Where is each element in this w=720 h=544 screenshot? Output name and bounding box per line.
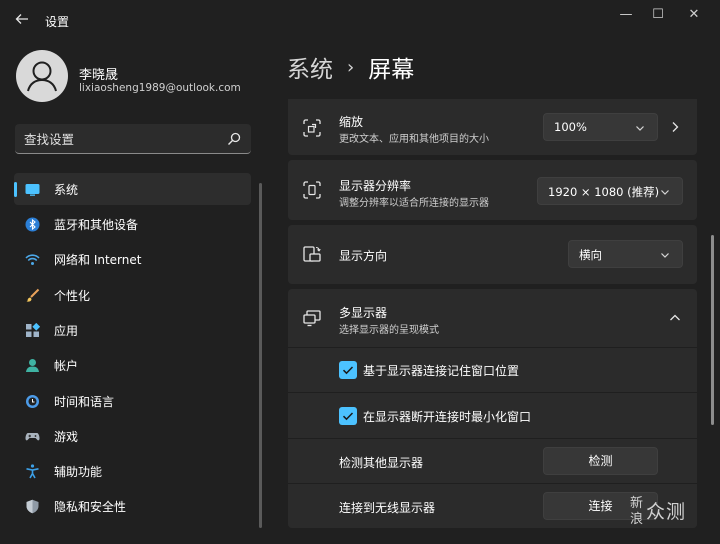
monitor-icon bbox=[25, 184, 40, 196]
breadcrumb: 系统 › 屏幕 bbox=[287, 50, 414, 84]
multi-monitor-icon bbox=[303, 310, 321, 327]
sidebar-item-bluetooth[interactable]: 蓝牙和其他设备 bbox=[14, 208, 251, 240]
detect-button[interactable]: 检测 bbox=[543, 447, 658, 475]
resolution-dropdown[interactable]: 1920 × 1080 (推荐) bbox=[537, 177, 683, 205]
minimize-button[interactable]: — bbox=[608, 4, 644, 26]
scale-dropdown[interactable]: 100% bbox=[543, 113, 658, 141]
watermark: 新浪众测 bbox=[630, 496, 686, 528]
detect-displays-row: 检测其他显示器 检测 bbox=[288, 438, 697, 483]
setting-subtitle: 调整分辨率以适合所连接的显示器 bbox=[339, 198, 489, 209]
setting-scale[interactable]: 缩放 更改文本、应用和其他项目的大小 100% bbox=[288, 99, 697, 155]
sidebar-item-label: 辅助功能 bbox=[54, 465, 103, 479]
checkmark-icon bbox=[342, 412, 354, 421]
sidebar-item-accounts[interactable]: 帐户 bbox=[14, 349, 251, 381]
resolution-icon bbox=[303, 181, 321, 199]
person-icon bbox=[26, 359, 39, 372]
shield-icon bbox=[26, 499, 39, 514]
setting-title: 多显示器 bbox=[339, 306, 388, 320]
gamepad-icon bbox=[25, 433, 40, 441]
dropdown-value: 1920 × 1080 (推荐) bbox=[548, 185, 660, 199]
chevron-right-icon[interactable] bbox=[670, 121, 680, 133]
orientation-dropdown[interactable]: 横向 bbox=[568, 240, 683, 268]
sidebar-item-privacy[interactable]: 隐私和安全性 bbox=[14, 490, 251, 522]
chevron-down-icon bbox=[636, 126, 644, 131]
detect-displays-label: 检测其他显示器 bbox=[339, 456, 424, 470]
breadcrumb-parent[interactable]: 系统 bbox=[287, 50, 333, 84]
sidebar-scrollbar[interactable] bbox=[259, 183, 262, 528]
sidebar-item-system[interactable]: 系统 bbox=[14, 173, 251, 205]
chevron-down-icon bbox=[661, 253, 669, 258]
sidebar-item-label: 时间和语言 bbox=[54, 395, 115, 409]
avatar[interactable] bbox=[16, 50, 68, 102]
arrow-left-icon bbox=[15, 14, 28, 24]
search-box[interactable] bbox=[15, 124, 251, 154]
breadcrumb-separator: › bbox=[347, 56, 355, 78]
active-indicator bbox=[14, 182, 17, 197]
sidebar-item-label: 系统 bbox=[54, 183, 79, 197]
chevron-up-icon[interactable] bbox=[669, 313, 681, 322]
sidebar-item-label: 游戏 bbox=[54, 430, 79, 444]
back-button[interactable] bbox=[10, 8, 34, 30]
sidebar-item-label: 应用 bbox=[54, 324, 79, 338]
app-title: 设置 bbox=[45, 15, 70, 29]
sidebar-item-label: 个性化 bbox=[54, 289, 91, 303]
sidebar-item-label: 帐户 bbox=[54, 359, 79, 373]
wifi-icon bbox=[25, 254, 40, 265]
watermark-char: 新 bbox=[630, 496, 645, 511]
maximize-button[interactable]: ☐ bbox=[640, 4, 676, 26]
minimize-window-label: 在显示器断开连接时最小化窗口 bbox=[363, 410, 532, 424]
scale-icon bbox=[303, 119, 321, 137]
checkmark-icon bbox=[342, 366, 354, 375]
orientation-icon bbox=[303, 246, 321, 262]
watermark-char: 浪 bbox=[630, 512, 645, 527]
sidebar-item-gaming[interactable]: 游戏 bbox=[14, 420, 251, 452]
remember-window-label: 基于显示器连接记住窗口位置 bbox=[363, 364, 520, 378]
apps-icon bbox=[26, 323, 40, 337]
clock-globe-icon bbox=[26, 395, 39, 408]
watermark-text: 众测 bbox=[646, 501, 687, 523]
brush-icon bbox=[26, 288, 40, 302]
search-icon[interactable] bbox=[226, 131, 242, 147]
minimize-window-row: 在显示器断开连接时最小化窗口 bbox=[288, 392, 697, 438]
setting-orientation[interactable]: 显示方向 横向 bbox=[288, 225, 697, 284]
sidebar-item-network[interactable]: 网络和 Internet bbox=[14, 243, 251, 275]
setting-title: 显示器分辨率 bbox=[339, 179, 412, 193]
dropdown-value: 100% bbox=[554, 120, 587, 134]
sidebar-item-label: 网络和 Internet bbox=[54, 253, 142, 267]
setting-title: 缩放 bbox=[339, 115, 364, 129]
wireless-display-label: 连接到无线显示器 bbox=[339, 501, 436, 515]
dropdown-value: 横向 bbox=[579, 248, 602, 262]
close-button[interactable]: ✕ bbox=[676, 4, 712, 26]
remember-window-checkbox[interactable] bbox=[339, 361, 357, 379]
page-title: 屏幕 bbox=[368, 57, 415, 83]
multi-display-header[interactable]: 多显示器 选择显示器的呈现模式 bbox=[288, 289, 697, 347]
accessibility-icon bbox=[26, 464, 39, 479]
setting-title: 显示方向 bbox=[339, 249, 388, 263]
sidebar-item-time-language[interactable]: 时间和语言 bbox=[14, 385, 251, 417]
sidebar-item-apps[interactable]: 应用 bbox=[14, 314, 251, 346]
minimize-window-checkbox[interactable] bbox=[339, 407, 357, 425]
setting-multiple-displays: 多显示器 选择显示器的呈现模式 基于显示器连接记住窗口位置 在显示器断开连接时最… bbox=[288, 289, 697, 528]
setting-subtitle: 选择显示器的呈现模式 bbox=[339, 325, 439, 336]
setting-resolution[interactable]: 显示器分辨率 调整分辨率以适合所连接的显示器 1920 × 1080 (推荐) bbox=[288, 160, 697, 220]
sidebar-item-accessibility[interactable]: 辅助功能 bbox=[14, 455, 251, 487]
sidebar-item-personalization[interactable]: 个性化 bbox=[14, 279, 251, 311]
person-icon bbox=[27, 61, 57, 92]
user-email: lixiaosheng1989@outlook.com bbox=[79, 82, 241, 94]
sidebar-item-label: 隐私和安全性 bbox=[54, 500, 127, 514]
bluetooth-icon bbox=[25, 217, 40, 232]
chevron-down-icon bbox=[661, 190, 669, 195]
main-scrollbar[interactable] bbox=[711, 235, 714, 425]
sidebar-item-label: 蓝牙和其他设备 bbox=[54, 218, 139, 232]
search-input[interactable] bbox=[24, 129, 214, 149]
setting-subtitle: 更改文本、应用和其他项目的大小 bbox=[339, 134, 489, 145]
remember-window-row: 基于显示器连接记住窗口位置 bbox=[288, 347, 697, 392]
user-name: 李晓晟 bbox=[79, 68, 119, 83]
